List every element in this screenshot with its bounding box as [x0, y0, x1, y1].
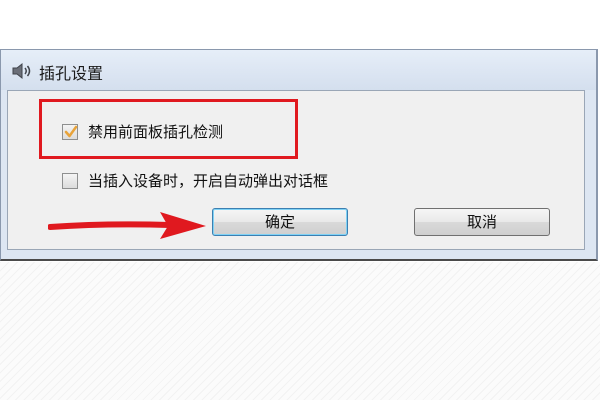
background-bottom	[0, 262, 600, 400]
auto-popup-label: 当插入设备时，开启自动弹出对话框	[88, 172, 329, 190]
window-title: 插孔设置	[39, 64, 104, 83]
annotation-arrow-icon	[48, 212, 206, 239]
speaker-icon	[11, 62, 33, 80]
background-top	[0, 0, 600, 48]
title-bar[interactable]: 插孔设置	[1, 50, 596, 90]
cancel-button[interactable]: 取消	[414, 208, 550, 236]
option-auto-popup-dialog[interactable]: 当插入设备时，开启自动弹出对话框	[62, 170, 328, 191]
auto-popup-checkbox[interactable]	[62, 172, 78, 189]
ok-button[interactable]: 确定	[212, 208, 348, 236]
annotation-highlight-box	[39, 99, 298, 159]
